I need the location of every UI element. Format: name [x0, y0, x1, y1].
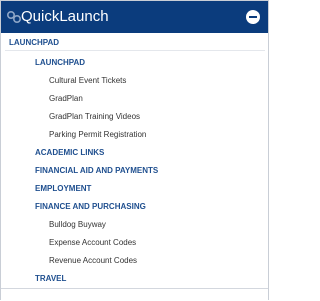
academic-links-heading[interactable]: ACADEMIC LINKS [35, 147, 104, 159]
launchpad-root-heading[interactable]: LAUNCHPAD [9, 37, 59, 49]
link-gradplan[interactable]: GradPlan [49, 93, 83, 105]
finance-purchasing-heading[interactable]: FINANCE AND PURCHASING [35, 201, 146, 213]
quicklaunch-header[interactable]: QuickLaunch [1, 1, 268, 33]
link-expense-account-codes[interactable]: Expense Account Codes [49, 237, 136, 249]
panel-footer [1, 288, 268, 301]
financial-aid-heading[interactable]: FINANCIAL AID AND PAYMENTS [35, 165, 158, 177]
link-gradplan-training-videos[interactable]: GradPlan Training Videos [49, 111, 140, 123]
links-icon [6, 10, 22, 24]
minus-circle-icon[interactable] [246, 10, 260, 24]
link-parking-permit-registration[interactable]: Parking Permit Registration [49, 129, 146, 141]
link-bulldog-buyway[interactable]: Bulldog Buyway [49, 219, 106, 231]
quicklaunch-title: QuickLaunch [21, 8, 109, 25]
link-cultural-event-tickets[interactable]: Cultural Event Tickets [49, 75, 126, 87]
link-revenue-account-codes[interactable]: Revenue Account Codes [49, 255, 137, 267]
section-divider [5, 50, 265, 51]
quicklaunch-panel: QuickLaunch LAUNCHPAD LAUNCHPAD Cultural… [0, 0, 269, 301]
employment-heading[interactable]: EMPLOYMENT [35, 183, 91, 195]
launchpad-subheading[interactable]: LAUNCHPAD [35, 57, 85, 69]
travel-heading[interactable]: TRAVEL [35, 273, 66, 285]
